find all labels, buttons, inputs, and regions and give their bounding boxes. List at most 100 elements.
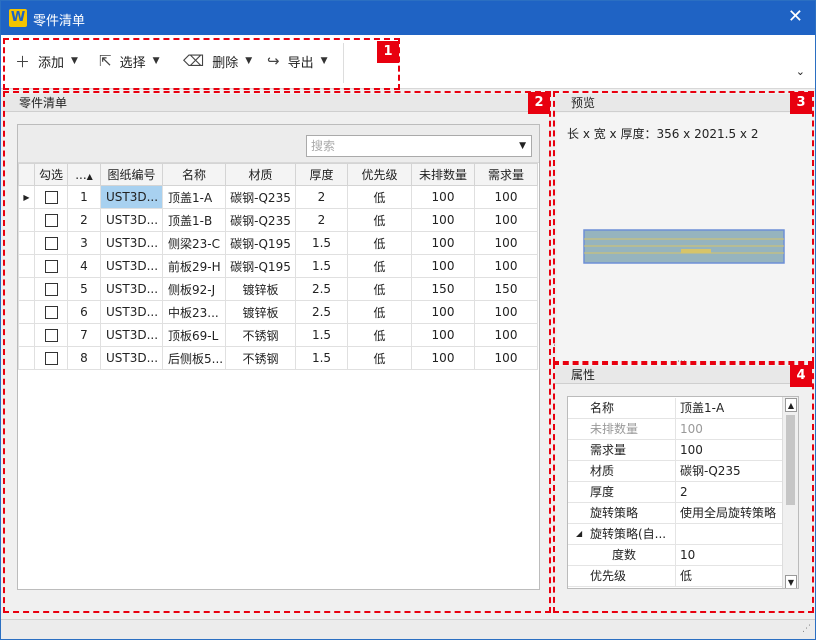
cell-thickness[interactable]: 1.5 [295,254,348,278]
property-row[interactable]: 需求量 100 [568,440,783,461]
cell-material[interactable]: 碳钢-Q195 [225,254,296,278]
cell-material[interactable]: 镀锌板 [225,277,296,301]
property-row[interactable]: ◢ 旋转策略(自... [568,524,783,545]
cell-unplaced[interactable]: 100 [411,231,475,255]
cell-drawing[interactable]: UST3D... [100,231,163,255]
cell-name[interactable]: 顶盖1-A [162,185,226,209]
cell-no[interactable]: 6 [67,300,101,324]
cell-unplaced[interactable]: 150 [411,277,475,301]
close-icon[interactable]: ✕ [788,6,803,28]
cell-name[interactable]: 顶板69-L [162,323,226,347]
table-row[interactable]: 6 UST3D... 中板23... 镀锌板 2.5 低 100 100 [18,300,538,324]
table-row[interactable]: ▶ 1 UST3D... 顶盖1-A 碳钢-Q235 2 低 100 100 [18,185,538,209]
property-value[interactable]: 低 [680,566,692,586]
property-value[interactable]: 使用全局旋转策略 [680,503,776,523]
row-checkbox[interactable] [44,283,58,296]
property-value[interactable]: 顶盖1-A [680,398,724,418]
vertical-splitter[interactable]: ⋮ [550,341,559,351]
column-header-unplaced[interactable]: 未排数量 [411,163,475,186]
cell-no[interactable]: 3 [67,231,101,255]
column-header-index[interactable]: ...▲ [67,163,101,186]
cell-drawing[interactable]: UST3D... [100,277,163,301]
column-header-drawing[interactable]: 图纸编号 [100,163,163,186]
property-value[interactable]: 100 [680,419,703,439]
cell-unplaced[interactable]: 100 [411,323,475,347]
resize-grip-icon[interactable]: ⋰ [802,624,811,634]
ribbon-collapse-icon[interactable]: ⌄ [796,65,805,78]
property-row[interactable]: 名称 顶盖1-A [568,398,783,419]
cell-material[interactable]: 镀锌板 [225,300,296,324]
cell-material[interactable]: 碳钢-Q235 [225,208,296,232]
cell-name[interactable]: 中板23... [162,300,226,324]
cell-thickness[interactable]: 2 [295,208,348,232]
table-row[interactable]: 3 UST3D... 侧梁23-C 碳钢-Q195 1.5 低 100 100 [18,231,538,255]
cell-thickness[interactable]: 2 [295,185,348,209]
cell-name[interactable]: 前板29-H [162,254,226,278]
column-header-material[interactable]: 材质 [225,163,296,186]
cell-required[interactable]: 100 [474,254,538,278]
cell-no[interactable]: 1 [67,185,101,209]
column-header-required[interactable]: 需求量 [474,163,538,186]
cell-required[interactable]: 100 [474,185,538,209]
scrollbar-thumb[interactable] [786,415,795,505]
row-checkbox[interactable] [44,352,58,365]
cell-no[interactable]: 2 [67,208,101,232]
cell-drawing[interactable]: UST3D... [100,300,163,324]
cell-no[interactable]: 5 [67,277,101,301]
scroll-up-icon[interactable]: ▲ [785,398,797,412]
cell-name[interactable]: 后侧板5... [162,346,226,370]
cell-priority[interactable]: 低 [347,231,412,255]
cell-required[interactable]: 100 [474,323,538,347]
row-checkbox[interactable] [44,306,58,319]
property-scrollbar[interactable]: ▲ ▼ [782,397,798,588]
cell-unplaced[interactable]: 100 [411,300,475,324]
cell-material[interactable]: 碳钢-Q195 [225,231,296,255]
table-row[interactable]: 4 UST3D... 前板29-H 碳钢-Q195 1.5 低 100 100 [18,254,538,278]
delete-button[interactable]: ⌫ 删除 ▼ [183,50,252,72]
column-header-check[interactable]: 勾选 [34,163,68,186]
cell-no[interactable]: 4 [67,254,101,278]
scroll-down-icon[interactable]: ▼ [785,575,797,588]
cell-required[interactable]: 100 [474,346,538,370]
cell-priority[interactable]: 低 [347,254,412,278]
cell-priority[interactable]: 低 [347,300,412,324]
search-dropdown[interactable]: 搜索 ▼ [306,135,532,157]
cell-required[interactable]: 100 [474,300,538,324]
cell-material[interactable]: 不锈钢 [225,346,296,370]
cell-thickness[interactable]: 2.5 [295,277,348,301]
add-button[interactable]: ＋ 添加 ▼ [15,50,78,72]
cell-name[interactable]: 侧梁23-C [162,231,226,255]
table-row[interactable]: 5 UST3D... 侧板92-J 镀锌板 2.5 低 150 150 [18,277,538,301]
cell-name[interactable]: 侧板92-J [162,277,226,301]
export-button[interactable]: ↪ 导出 ▼ [267,50,328,72]
cell-material[interactable]: 不锈钢 [225,323,296,347]
select-button[interactable]: ⇱ 选择 ▼ [99,50,160,72]
cell-thickness[interactable]: 2.5 [295,300,348,324]
column-header-thickness[interactable]: 厚度 [295,163,348,186]
cell-drawing[interactable]: UST3D... [100,254,163,278]
cell-priority[interactable]: 低 [347,346,412,370]
title-bar[interactable]: W 零件清单 ✕ [1,1,815,35]
property-value[interactable]: 100 [680,440,703,460]
cell-no[interactable]: 8 [67,346,101,370]
cell-drawing[interactable]: UST3D... [100,208,163,232]
row-checkbox[interactable] [44,260,58,273]
cell-required[interactable]: 100 [474,231,538,255]
cell-drawing[interactable]: UST3D... [100,346,163,370]
row-checkbox[interactable] [44,329,58,342]
column-header-priority[interactable]: 优先级 [347,163,412,186]
cell-unplaced[interactable]: 100 [411,346,475,370]
cell-no[interactable]: 7 [67,323,101,347]
cell-priority[interactable]: 低 [347,185,412,209]
column-header-name[interactable]: 名称 [162,163,226,186]
property-row[interactable]: 未排数量 100 [568,419,783,440]
cell-priority[interactable]: 低 [347,323,412,347]
property-row[interactable]: 材质 碳钢-Q235 [568,461,783,482]
property-value[interactable]: 碳钢-Q235 [680,461,741,481]
cell-priority[interactable]: 低 [347,208,412,232]
cell-name[interactable]: 顶盖1-B [162,208,226,232]
table-row[interactable]: 8 UST3D... 后侧板5... 不锈钢 1.5 低 100 100 [18,346,538,370]
table-row[interactable]: 2 UST3D... 顶盖1-B 碳钢-Q235 2 低 100 100 [18,208,538,232]
cell-thickness[interactable]: 1.5 [295,323,348,347]
property-row[interactable]: 优先级低 [568,566,783,587]
